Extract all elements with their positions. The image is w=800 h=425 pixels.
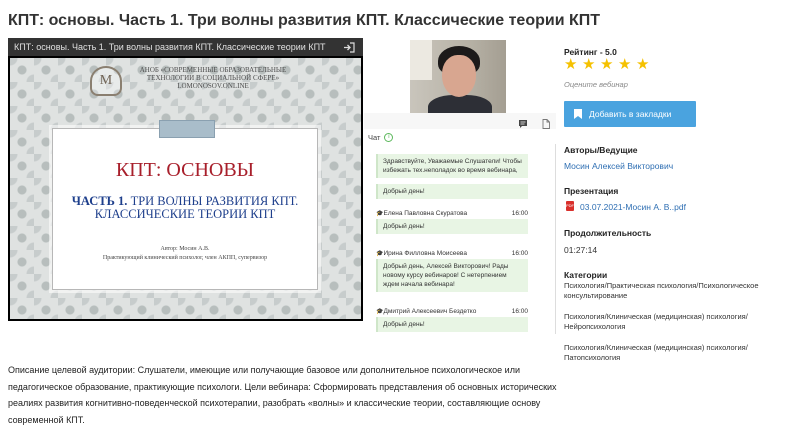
slide-author: Автор: Мосин А.В. Практикующий клиническ…: [53, 245, 317, 263]
message-text: Здравствуйте, Уважаемые Слушатели! Чтобы…: [376, 154, 528, 178]
presentation-slide: M АНОБ «СОВРЕМЕННЫЕ ОБРАЗОВАТЕЛЬНЫЕ ТЕХН…: [10, 58, 361, 319]
chat-label: Чат: [368, 132, 381, 142]
org-logo: M: [90, 66, 122, 96]
chat-header: Чат i: [364, 130, 556, 144]
presentation-player[interactable]: КПТ: основы. Часть 1. Три волны развития…: [8, 38, 363, 321]
category-link[interactable]: Психология/Практическая психология/Психо…: [564, 281, 779, 301]
categories-label: Категории: [564, 270, 608, 280]
document-icon[interactable]: [541, 116, 551, 129]
slide-subtitle: ЧАСТЬ 1. ТРИ ВОЛНЫ РАЗВИТИЯ КПТ. КЛАССИЧ…: [53, 195, 317, 221]
slide-author-name: Автор: Мосин А.В.: [160, 246, 210, 252]
star-icon[interactable]: ★: [600, 57, 615, 72]
page-title: КПТ: основы. Часть 1. Три волны развития…: [8, 12, 601, 29]
org-line-3: LOMONOSOV.ONLINE: [177, 82, 249, 90]
rate-hint-text: Оцените вебинар: [564, 80, 628, 89]
chat-scrollbar[interactable]: [555, 144, 556, 334]
chat-message: Дмитрий Алексеевич Бездетко 16:00 Добрый …: [376, 308, 528, 332]
presentation-file-link[interactable]: PDF 03.07.2021-Мосин А. В..pdf: [566, 197, 800, 215]
message-text: Добрый день, Алексей Викторович! Рады но…: [376, 259, 528, 292]
message-time: 16:00: [511, 210, 528, 217]
message-text: Добрый день!: [376, 219, 528, 234]
org-line-2: ТЕХНОЛОГИИ В СОЦИАЛЬНОЙ СФЕРЕ»: [146, 74, 280, 82]
chat-messages[interactable]: Здравствуйте, Уважаемые Слушатели! Чтобы…: [364, 144, 556, 334]
player-title-bar: КПТ: основы. Часть 1. Три волны развития…: [8, 38, 363, 56]
category-link[interactable]: Психология/Клиническая (медицинская) пси…: [564, 312, 779, 332]
bookmark-icon: [574, 109, 582, 119]
org-name: АНОБ «СОВРЕМЕННЫЕ ОБРАЗОВАТЕЛЬНЫЕ ТЕХНОЛ…: [128, 66, 298, 90]
slide-author-role: Практикующий клинический психолог, член …: [102, 255, 268, 261]
message-text: Добрый день!: [376, 184, 528, 199]
message-author: Ирина Филловна Моисеева: [376, 250, 466, 257]
rating-stars[interactable]: ★ ★ ★ ★ ★: [564, 56, 800, 74]
message-text: Добрый день!: [376, 317, 528, 332]
slide-decorative-tab: [159, 120, 215, 138]
chat-message: Ирина Филловна Моисеева 16:00 Добрый день…: [376, 250, 528, 292]
message-time: 16:00: [511, 308, 528, 315]
chat-message: Здравствуйте, Уважаемые Слушатели! Чтобы…: [376, 154, 528, 178]
bookmark-button-label: Добавить в закладки: [589, 109, 672, 119]
slide-part-number: ЧАСТЬ 1.: [71, 194, 128, 208]
star-icon[interactable]: ★: [564, 57, 579, 72]
presentation-label: Презентация: [564, 186, 619, 196]
category-link[interactable]: Психология/Клиническая (медицинская) пси…: [564, 343, 779, 363]
author-link[interactable]: Мосин Алексей Викторович: [564, 161, 673, 171]
duration-value: 01:27:14: [564, 245, 598, 255]
webinar-description: Описание целевой аудитории: Слушатели, и…: [8, 365, 557, 425]
presentation-file-name[interactable]: 03.07.2021-Мосин А. В..pdf: [580, 202, 686, 212]
rate-hint: Оцените вебинар: [564, 74, 800, 92]
org-line-1: АНОБ «СОВРЕМЕННЫЕ ОБРАЗОВАТЕЛЬНЫЕ: [139, 66, 287, 74]
star-icon[interactable]: ★: [618, 57, 633, 72]
info-icon[interactable]: i: [384, 132, 394, 142]
slide-title-card: КПТ: ОСНОВЫ ЧАСТЬ 1. ТРИ ВОЛНЫ РАЗВИТИЯ …: [52, 128, 318, 290]
slide-subtitle-line-2: КЛАССИЧЕСКИЕ ТЕОРИИ КПТ: [94, 207, 276, 221]
pdf-icon: PDF: [566, 200, 574, 211]
message-author: Дмитрий Алексеевич Бездетко: [376, 308, 476, 315]
star-icon[interactable]: ★: [582, 57, 597, 72]
player-title: КПТ: основы. Часть 1. Три волны развития…: [14, 42, 326, 52]
webcam-video: [410, 40, 506, 113]
add-bookmark-button[interactable]: Добавить в закладки: [564, 101, 696, 127]
exit-icon[interactable]: [343, 41, 357, 53]
slide-subtitle-line-1: ТРИ ВОЛНЫ РАЗВИТИЯ КПТ.: [127, 194, 299, 208]
duration-label: Продолжительность: [564, 228, 652, 238]
slide-main-title: КПТ: ОСНОВЫ: [115, 159, 255, 181]
message-author: Елена Павловна Скуратова: [376, 210, 467, 217]
chat-message: Добрый день!: [376, 184, 528, 199]
authors-label: Авторы/Ведущие: [564, 145, 638, 155]
star-icon[interactable]: ★: [636, 57, 651, 72]
message-time: 16:00: [511, 250, 528, 257]
comment-icon[interactable]: [518, 116, 528, 128]
chat-toolbar: [364, 113, 556, 129]
chat-message: Елена Павловна Скуратова 16:00 Добрый ден…: [376, 210, 528, 234]
